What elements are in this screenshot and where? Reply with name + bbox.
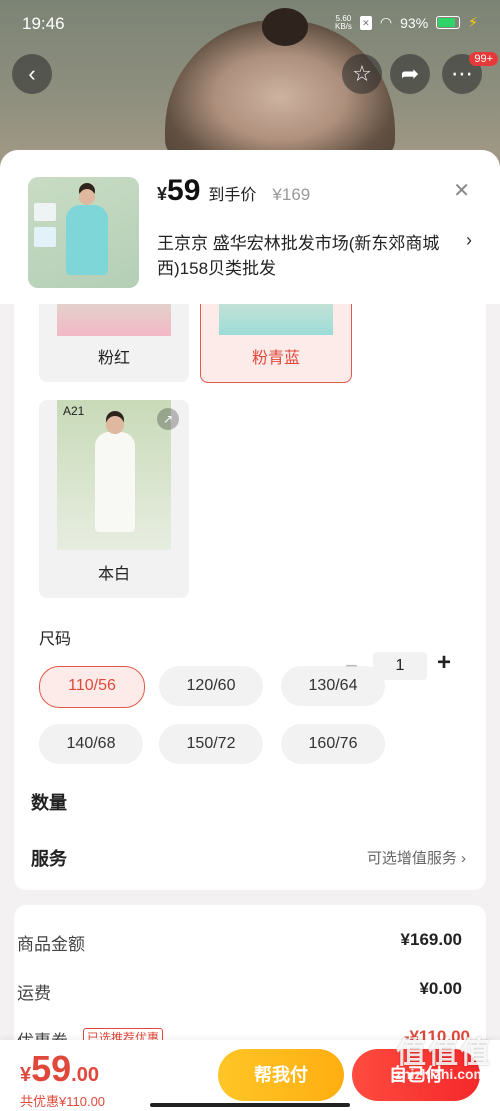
star-icon: ☆ [352, 61, 372, 86]
wifi-icon: ◠ [379, 14, 393, 30]
sim-icon: ✕ [359, 15, 372, 30]
sku-sheet: ¥ 59 到手价 ¥169 ✕ 王京京 盛华宏林批发市场(新东郊商城西)158贝… [0, 150, 500, 1111]
value-added-service-link[interactable]: 可选增值服务 › [367, 847, 466, 868]
goods-amount-label: 商品金额 [17, 935, 85, 954]
site-watermark-url: zhizhizhi.com [395, 1066, 486, 1082]
chevron-right-icon: › [461, 850, 466, 867]
size-option[interactable]: 110/56 [39, 666, 145, 708]
original-price: ¥169 [272, 185, 311, 204]
price-row: ¥ 59 到手价 ¥169 [157, 174, 310, 208]
color-swatch-image: A21 [57, 400, 171, 550]
status-icons: 5.60 KB/s ✕ ◠ 93% ⚡ [335, 14, 478, 31]
color-option[interactable]: A21 ↗ 本白 [39, 400, 189, 598]
back-button[interactable]: ‹ [12, 54, 52, 94]
size-title: 尺码 [39, 631, 72, 648]
size-option[interactable]: 140/68 [39, 724, 143, 764]
quantity-minus-button[interactable]: − [345, 653, 358, 679]
share-button[interactable]: ➦ [390, 54, 430, 94]
service-label: 服务 [31, 849, 67, 869]
total-discount: 共优惠¥110.00 [20, 1094, 106, 1109]
size-option[interactable]: 130/64 [281, 666, 385, 706]
color-option-label: 粉红 [97, 350, 130, 367]
home-indicator [150, 1103, 350, 1107]
final-price: 59 [167, 174, 201, 207]
share-icon: ➦ [400, 61, 420, 86]
goods-amount-value: ¥169.00 [400, 930, 462, 949]
sku-code: A21 [63, 404, 85, 418]
thumb-inset-2 [34, 227, 56, 247]
chevron-left-icon: ‹ [28, 61, 36, 86]
service-link-text: 可选增值服务 [366, 850, 457, 867]
final-price-label: 到手价 [208, 187, 257, 204]
size-option[interactable]: 160/76 [281, 724, 385, 764]
favorite-button[interactable]: ☆ [342, 54, 382, 94]
status-time: 19:46 [22, 14, 65, 33]
thumb-dress [66, 189, 108, 275]
color-option-label: 粉青蓝 [251, 350, 300, 367]
total-decimal: .00 [71, 1064, 99, 1086]
charging-icon: ⚡ [468, 14, 478, 30]
shipping-value: ¥0.00 [419, 979, 462, 998]
enlarge-icon[interactable]: ↗ [157, 408, 179, 430]
total-price: ¥ 59 .00 [20, 1048, 99, 1090]
battery-percent: 93% [400, 14, 429, 31]
help-me-pay-button[interactable]: 帮我付 [218, 1049, 344, 1101]
shipping-label: 运费 [17, 984, 51, 1003]
thumb-inset-1 [34, 203, 56, 221]
sheet-header: ¥ 59 到手价 ¥169 ✕ 王京京 盛华宏林批发市场(新东郊商城西)158贝… [0, 150, 500, 304]
color-option-label: 本白 [97, 566, 130, 583]
model-head [106, 416, 124, 434]
price-currency: ¥ [157, 184, 168, 204]
size-option[interactable]: 150/72 [159, 724, 263, 764]
battery-icon [436, 16, 461, 29]
quantity-label: 数量 [31, 793, 67, 813]
white-dress [95, 432, 135, 532]
selected-sku-thumbnail[interactable] [28, 177, 139, 288]
message-badge: 99+ [469, 52, 498, 66]
chevron-right-icon[interactable]: › [466, 230, 472, 251]
total-currency: ¥ [20, 1064, 32, 1086]
close-icon[interactable]: ✕ [453, 178, 470, 203]
quantity-input[interactable]: 1 [373, 652, 427, 680]
net-speed: 5.60 KB/s [335, 13, 352, 31]
shop-name[interactable]: 王京京 盛华宏林批发市场(新东郊商城西)158贝类批发 [157, 231, 445, 281]
quantity-plus-button[interactable]: + [437, 649, 451, 677]
more-icon: ⋯ [451, 61, 473, 86]
options-card: 粉红 粉青蓝 A21 ↗ 本白 尺码 110/56 120/60 130/64 … [14, 280, 486, 890]
total-integer: 59 [31, 1048, 72, 1089]
size-option[interactable]: 120/60 [159, 666, 263, 706]
status-bar: 19:46 5.60 KB/s ✕ ◠ 93% ⚡ [0, 0, 500, 46]
